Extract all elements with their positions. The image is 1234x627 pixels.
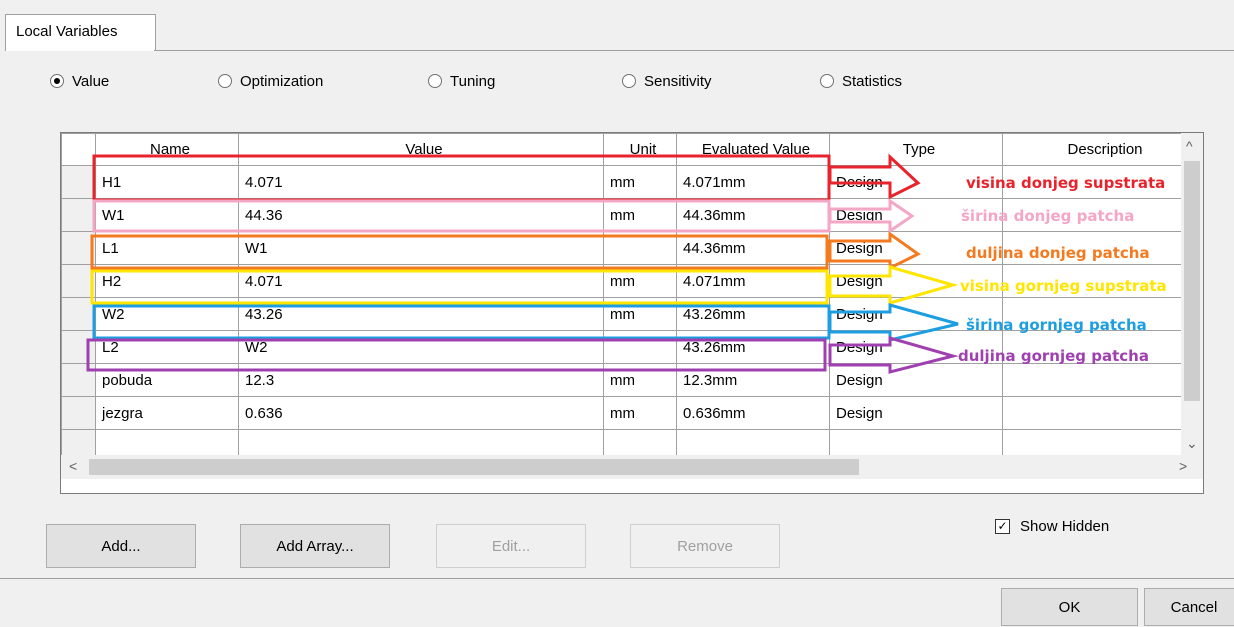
cell-name[interactable]: L2 bbox=[95, 330, 239, 364]
cell-evaluated-value[interactable]: 44.36mm bbox=[676, 198, 830, 232]
cell-name[interactable]: W2 bbox=[95, 297, 239, 331]
row-selector[interactable] bbox=[61, 264, 96, 298]
cell-type[interactable]: Design bbox=[829, 363, 1003, 397]
radio-value[interactable]: Value bbox=[50, 70, 109, 92]
header-value[interactable]: Value bbox=[238, 133, 604, 166]
cell-evaluated-value[interactable]: 0.636mm bbox=[676, 396, 830, 430]
table-row[interactable]: pobuda 12.3 mm 12.3mm Design bbox=[61, 363, 1202, 397]
header-name[interactable]: Name bbox=[95, 133, 239, 166]
cell-evaluated-value[interactable]: 12.3mm bbox=[676, 363, 830, 397]
annotation-label-4: visina gornjeg supstrata bbox=[960, 277, 1167, 295]
remove-button[interactable]: Remove bbox=[630, 524, 780, 568]
header-unit[interactable]: Unit bbox=[603, 133, 677, 166]
cell-value[interactable]: 0.636 bbox=[238, 396, 604, 430]
cell-value[interactable]: 12.3 bbox=[238, 363, 604, 397]
cell-evaluated-value[interactable]: 44.36mm bbox=[676, 231, 830, 265]
radio-indicator bbox=[428, 74, 442, 88]
edit-button[interactable]: Edit... bbox=[436, 524, 586, 568]
row-selector[interactable] bbox=[61, 198, 96, 232]
cell-unit[interactable] bbox=[603, 330, 677, 364]
annotation-label-5: širina gornjeg patcha bbox=[966, 316, 1147, 334]
radio-indicator bbox=[820, 74, 834, 88]
ok-button[interactable]: OK bbox=[1001, 588, 1138, 626]
cell-evaluated-value[interactable]: 4.071mm bbox=[676, 264, 830, 298]
cell-name[interactable]: pobuda bbox=[95, 363, 239, 397]
radio-label: Statistics bbox=[842, 72, 903, 90]
add-button[interactable]: Add... bbox=[46, 524, 196, 568]
radio-indicator bbox=[622, 74, 636, 88]
show-hidden-checkbox[interactable]: ✓ Show Hidden bbox=[995, 518, 1109, 535]
cell-evaluated-value[interactable]: 43.26mm bbox=[676, 330, 830, 364]
cell-unit[interactable]: mm bbox=[603, 297, 677, 331]
cell-unit[interactable]: mm bbox=[603, 198, 677, 232]
annotation-label-3: duljina donjeg patcha bbox=[966, 244, 1150, 262]
footer-separator bbox=[0, 578, 1234, 579]
cell-evaluated-value[interactable]: 4.071mm bbox=[676, 165, 830, 199]
radio-label: Value bbox=[72, 72, 110, 90]
row-selector[interactable] bbox=[61, 231, 96, 265]
vertical-scrollbar[interactable]: ^ ⌄ bbox=[1181, 133, 1203, 455]
row-selector[interactable] bbox=[61, 165, 96, 199]
cell-description[interactable] bbox=[1002, 396, 1202, 430]
check-icon: ✓ bbox=[995, 519, 1010, 534]
add-array-button[interactable]: Add Array... bbox=[240, 524, 390, 568]
cell-value[interactable]: 43.26 bbox=[238, 297, 604, 331]
horizontal-scroll-thumb[interactable] bbox=[89, 459, 859, 475]
header-description[interactable]: Description bbox=[1002, 133, 1202, 166]
cell-name[interactable]: H2 bbox=[95, 264, 239, 298]
cell-value[interactable]: 4.071 bbox=[238, 165, 604, 199]
scroll-down-icon[interactable]: ⌄ bbox=[1186, 435, 1198, 452]
cell-name[interactable]: jezgra bbox=[95, 396, 239, 430]
row-selector[interactable] bbox=[61, 363, 96, 397]
show-hidden-label: Show Hidden bbox=[1020, 518, 1110, 535]
cell-unit[interactable]: mm bbox=[603, 165, 677, 199]
scroll-up-icon[interactable]: ^ bbox=[1186, 138, 1193, 154]
header-evaluated-value[interactable]: Evaluated Value bbox=[676, 133, 830, 166]
scroll-right-icon[interactable]: > bbox=[1179, 458, 1187, 474]
radio-statistics[interactable]: Statistics bbox=[820, 70, 902, 92]
cell-name[interactable]: H1 bbox=[95, 165, 239, 199]
radio-indicator bbox=[218, 74, 232, 88]
radio-label: Sensitivity bbox=[644, 72, 712, 90]
header-corner bbox=[61, 133, 96, 166]
cell-value[interactable]: W1 bbox=[238, 231, 604, 265]
header-type[interactable]: Type bbox=[829, 133, 1003, 166]
cell-name[interactable]: L1 bbox=[95, 231, 239, 265]
radio-label: Optimization bbox=[240, 72, 324, 90]
cell-evaluated-value[interactable]: 43.26mm bbox=[676, 297, 830, 331]
cell-value[interactable]: 4.071 bbox=[238, 264, 604, 298]
cancel-button[interactable]: Cancel bbox=[1144, 588, 1234, 626]
table-row[interactable]: jezgra 0.636 mm 0.636mm Design bbox=[61, 396, 1202, 430]
row-selector[interactable] bbox=[61, 330, 96, 364]
annotation-label-6: duljina gornjeg patcha bbox=[958, 347, 1149, 365]
annotation-label-2: širina donjeg patcha bbox=[961, 207, 1135, 225]
cell-value[interactable]: W2 bbox=[238, 330, 604, 364]
header-row: Name Value Unit Evaluated Value Type Des… bbox=[61, 133, 1202, 166]
vertical-scroll-thumb[interactable] bbox=[1184, 161, 1200, 401]
tab-label: Local Variables bbox=[16, 23, 118, 40]
tab-underline bbox=[154, 50, 1234, 51]
scroll-left-icon[interactable]: < bbox=[69, 458, 77, 474]
tab-local-variables[interactable]: Local Variables bbox=[5, 14, 156, 51]
cell-unit[interactable]: mm bbox=[603, 363, 677, 397]
radio-tuning[interactable]: Tuning bbox=[428, 70, 495, 92]
annotation-label-1: visina donjeg supstrata bbox=[966, 174, 1166, 192]
radio-indicator bbox=[50, 74, 64, 88]
cell-type[interactable]: Design bbox=[829, 396, 1003, 430]
cell-value[interactable]: 44.36 bbox=[238, 198, 604, 232]
cell-description[interactable] bbox=[1002, 363, 1202, 397]
cell-unit[interactable]: mm bbox=[603, 264, 677, 298]
radio-optimization[interactable]: Optimization bbox=[218, 70, 323, 92]
cell-unit[interactable]: mm bbox=[603, 396, 677, 430]
row-selector[interactable] bbox=[61, 297, 96, 331]
cell-unit[interactable] bbox=[603, 231, 677, 265]
radio-label: Tuning bbox=[450, 72, 496, 90]
cell-name[interactable]: W1 bbox=[95, 198, 239, 232]
row-selector[interactable] bbox=[61, 396, 96, 430]
radio-sensitivity[interactable]: Sensitivity bbox=[622, 70, 712, 92]
horizontal-scrollbar[interactable]: < > bbox=[61, 455, 1203, 479]
